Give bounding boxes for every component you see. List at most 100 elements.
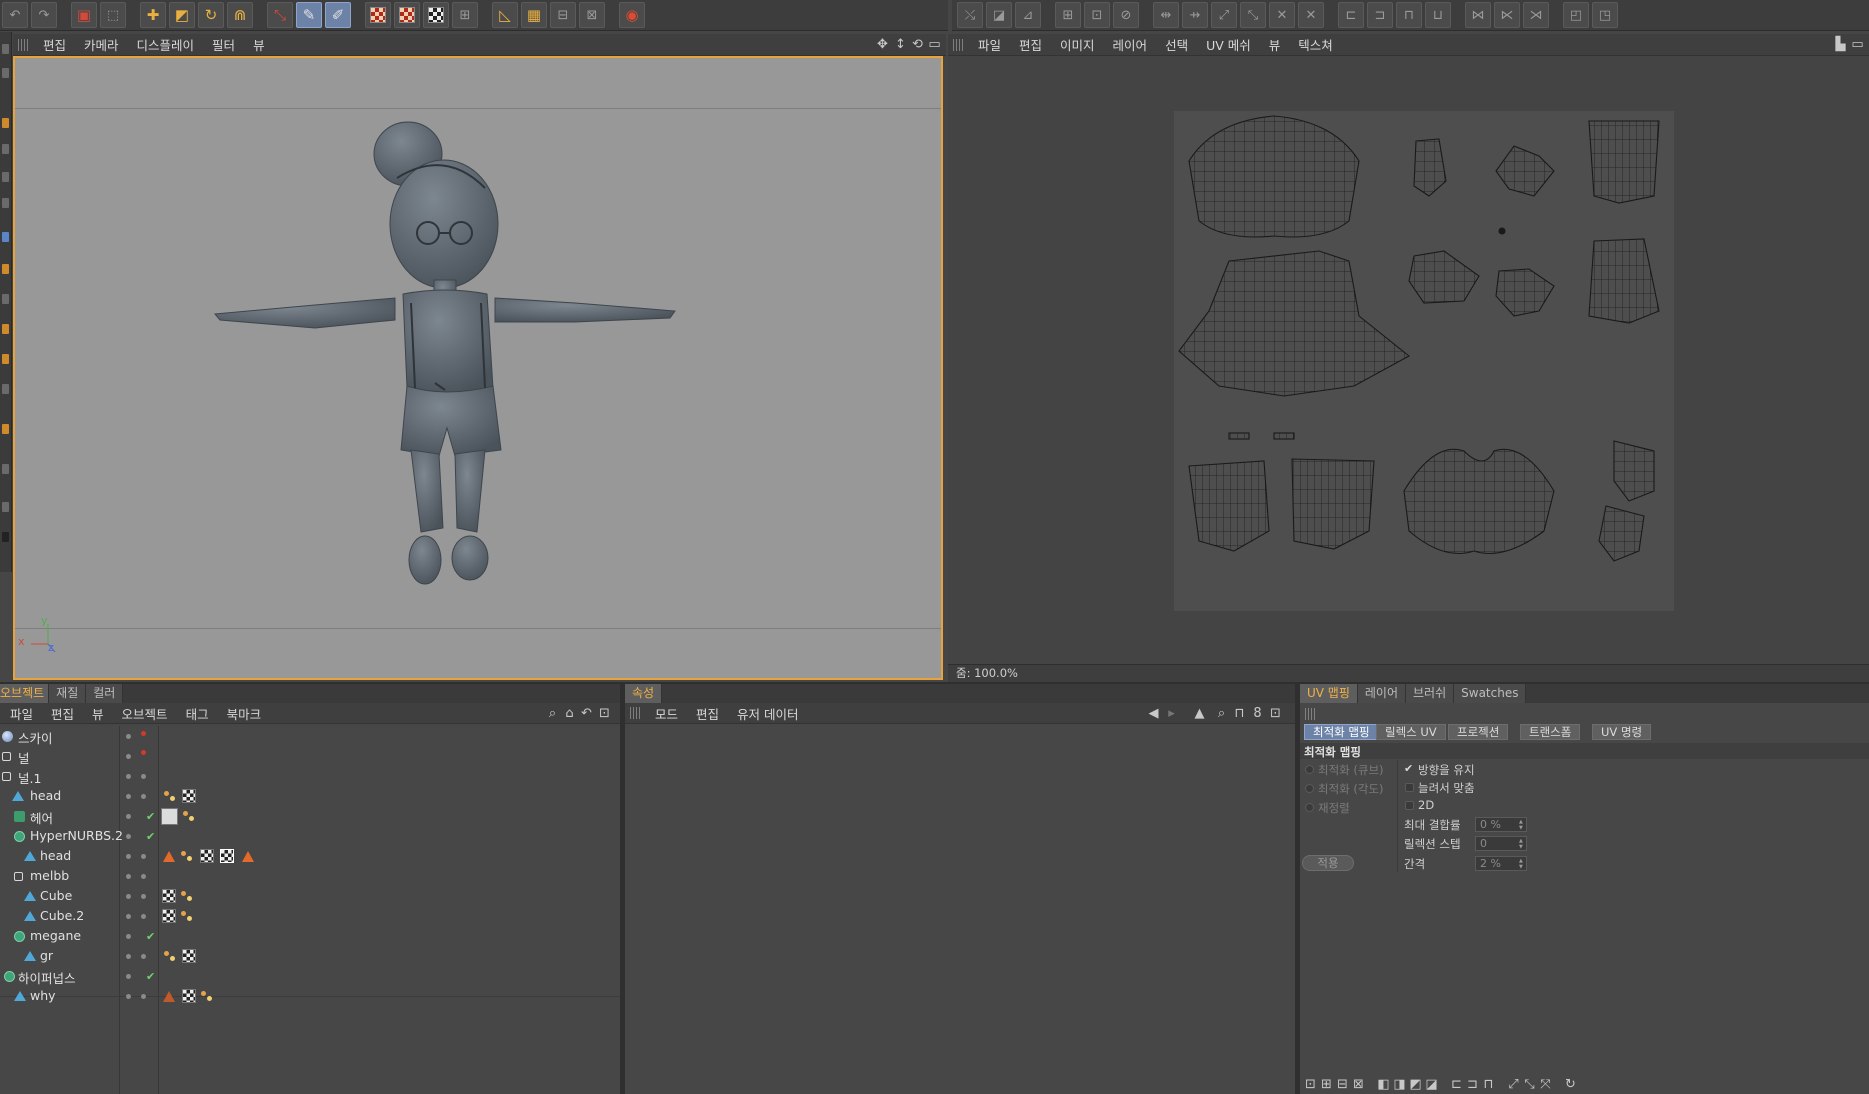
- uv-tool-icon[interactable]: ⤡: [1523, 1078, 1536, 1091]
- render-view-icon[interactable]: ◉: [619, 2, 645, 28]
- tab-colors[interactable]: 컬러: [86, 684, 124, 703]
- uv-tool-icon[interactable]: ⤢: [1507, 1078, 1520, 1091]
- link-icon[interactable]: 8: [1251, 707, 1264, 720]
- strip-tool-icon[interactable]: [2, 232, 9, 242]
- uv-tool-icon[interactable]: ⊟: [1336, 1078, 1349, 1091]
- viewport-menu-view[interactable]: 뷰: [244, 35, 274, 54]
- uv-tool-1-icon[interactable]: ⤯: [957, 2, 983, 28]
- strip-tool-icon[interactable]: [2, 144, 9, 154]
- uv-tool-12-icon[interactable]: ✕: [1298, 2, 1324, 28]
- lock-icon[interactable]: ⊓: [1233, 707, 1246, 720]
- uv-tool-icon[interactable]: ⊓: [1482, 1078, 1495, 1091]
- uv-menu-edit[interactable]: 편집: [1010, 35, 1051, 54]
- histogram-icon[interactable]: ▙: [1834, 38, 1847, 51]
- strip-tool-icon[interactable]: [2, 424, 9, 434]
- uv-tool-6-icon[interactable]: ⊘: [1113, 2, 1139, 28]
- obj-menu-file[interactable]: 파일: [0, 704, 42, 723]
- back-arrow-icon[interactable]: ◀: [1147, 707, 1160, 720]
- search-icon[interactable]: ⌕: [1215, 707, 1228, 720]
- select-tool-icon[interactable]: ▣: [71, 2, 97, 28]
- uv-tool-icon[interactable]: ⤧: [1539, 1078, 1552, 1091]
- attr-menu-user-data[interactable]: 유저 데이터: [728, 704, 807, 723]
- strip-tool-icon[interactable]: [2, 502, 9, 512]
- uv-grid-icon[interactable]: ⊞: [452, 2, 478, 28]
- magnet-tool-icon[interactable]: ⋒: [227, 2, 253, 28]
- scale-tool-icon[interactable]: ◩: [169, 2, 195, 28]
- move-tool-icon[interactable]: ✚: [140, 2, 166, 28]
- uv-tool-icon[interactable]: ↻: [1564, 1078, 1577, 1091]
- radio-optimal-angle[interactable]: [1305, 784, 1314, 793]
- subtab-relax-uv[interactable]: 릴렉스 UV: [1376, 724, 1446, 740]
- polygon-mode-icon[interactable]: ◺: [492, 2, 518, 28]
- tab-materials[interactable]: 재질: [49, 684, 87, 703]
- layout-3-icon[interactable]: ⊠: [579, 2, 605, 28]
- uv-tool-2-icon[interactable]: ◪: [986, 2, 1012, 28]
- uv-menu-file[interactable]: 파일: [969, 35, 1010, 54]
- uv-tool-11-icon[interactable]: ✕: [1269, 2, 1295, 28]
- redo-icon[interactable]: ↷: [31, 2, 57, 28]
- keep-orientation-check-icon[interactable]: ✔: [1404, 762, 1413, 775]
- maximize-icon[interactable]: ▭: [928, 38, 941, 51]
- obj-menu-tag[interactable]: 태그: [177, 704, 218, 723]
- pan-icon[interactable]: ✥: [876, 38, 889, 51]
- texture-checker-icon[interactable]: [394, 2, 420, 28]
- layout-1-icon[interactable]: ▦: [521, 2, 547, 28]
- strip-tool-icon[interactable]: [2, 68, 9, 78]
- character-model[interactable]: [15, 58, 941, 678]
- uv-tool-8-icon[interactable]: ⇸: [1182, 2, 1208, 28]
- uv-tool-14-icon[interactable]: ⊐: [1367, 2, 1393, 28]
- strip-tool-icon[interactable]: [2, 44, 9, 54]
- orbit-icon[interactable]: ⟲: [911, 38, 924, 51]
- strip-tool-icon[interactable]: [2, 264, 9, 274]
- uv-tool-icon[interactable]: ⊠: [1352, 1078, 1365, 1091]
- rotate-tool-icon[interactable]: ↻: [198, 2, 224, 28]
- home-icon[interactable]: ⌂: [563, 707, 576, 720]
- grip-icon[interactable]: [1305, 708, 1315, 720]
- radio-realign[interactable]: [1305, 803, 1314, 812]
- tab-objects[interactable]: 오브젝트: [0, 684, 50, 703]
- uv-tool-17-icon[interactable]: ⋈: [1465, 2, 1491, 28]
- subtab-projection[interactable]: 프로젝션: [1448, 724, 1509, 740]
- tab-uv-mapping[interactable]: UV 맵핑: [1300, 684, 1358, 703]
- tab-swatches[interactable]: Swatches: [1454, 684, 1527, 703]
- uv-menu-image[interactable]: 이미지: [1051, 35, 1104, 54]
- uv-tool-icon[interactable]: ⊐: [1466, 1078, 1479, 1091]
- uv-menu-texture[interactable]: 텍스쳐: [1289, 35, 1342, 54]
- uv-tool-icon[interactable]: ◩: [1409, 1078, 1422, 1091]
- uv-select-icon[interactable]: ⤡: [267, 2, 293, 28]
- new-window-icon[interactable]: ⊡: [1269, 707, 1282, 720]
- strip-tool-icon[interactable]: [2, 354, 9, 364]
- uv-menu-uv-mesh[interactable]: UV 메쉬: [1197, 35, 1260, 54]
- uv-tool-15-icon[interactable]: ⊓: [1396, 2, 1422, 28]
- relax-steps-field[interactable]: 0: [1475, 836, 1527, 851]
- two-d-checkbox[interactable]: [1405, 801, 1414, 810]
- tab-uv-layer[interactable]: 레이어: [1357, 684, 1407, 703]
- strip-tool-icon[interactable]: [2, 324, 9, 334]
- grip-icon[interactable]: [630, 707, 640, 719]
- layout-2-icon[interactable]: ⊟: [550, 2, 576, 28]
- strip-tool-icon[interactable]: [2, 384, 9, 394]
- uv-tool-icon[interactable]: ⊡: [1304, 1078, 1317, 1091]
- back-icon[interactable]: ↶: [580, 707, 593, 720]
- uv-tool-5-icon[interactable]: ⊡: [1084, 2, 1110, 28]
- uv-tool-19-icon[interactable]: ⋊: [1523, 2, 1549, 28]
- grip-icon[interactable]: [18, 38, 28, 51]
- strip-tool-icon[interactable]: [2, 532, 9, 542]
- 3d-viewport[interactable]: y x z: [13, 56, 943, 680]
- uv-tool-20-icon[interactable]: ◰: [1563, 2, 1589, 28]
- material-checker-icon[interactable]: [423, 2, 449, 28]
- uv-tool-icon[interactable]: ◧: [1377, 1078, 1390, 1091]
- radio-optimal-cubic[interactable]: [1305, 765, 1314, 774]
- undo-icon[interactable]: ↶: [2, 2, 28, 28]
- uv-tool-9-icon[interactable]: ⤢: [1211, 2, 1237, 28]
- uv-tool-3-icon[interactable]: ⊿: [1015, 2, 1041, 28]
- obj-menu-bookmark[interactable]: 북마크: [218, 704, 271, 723]
- uv-tool-icon[interactable]: ◪: [1425, 1078, 1438, 1091]
- maximize-icon[interactable]: ▭: [1851, 38, 1864, 51]
- stretch-fit-checkbox[interactable]: [1405, 783, 1414, 792]
- grip-icon[interactable]: [953, 38, 963, 51]
- uv-menu-select[interactable]: 선택: [1156, 35, 1197, 54]
- forward-arrow-icon[interactable]: ▸: [1165, 707, 1178, 720]
- viewport-menu-edit[interactable]: 편집: [34, 35, 75, 54]
- search-icon[interactable]: ⌕: [546, 707, 559, 720]
